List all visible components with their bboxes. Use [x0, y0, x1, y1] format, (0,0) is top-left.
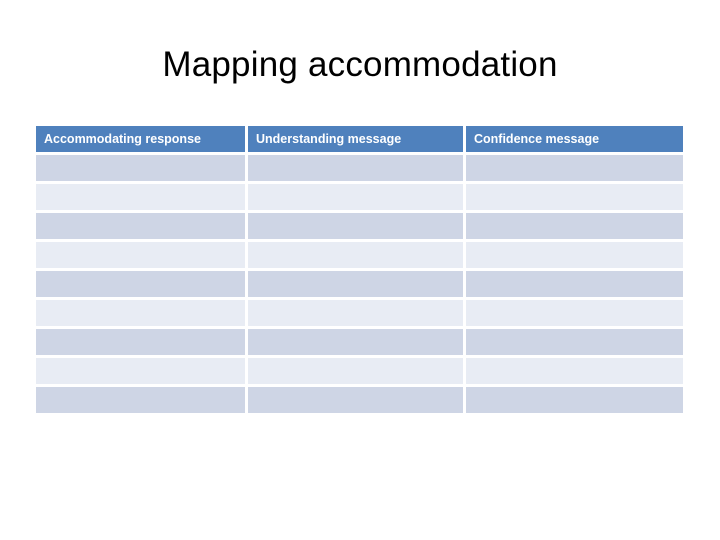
table-row: [36, 184, 683, 213]
table-cell: [466, 184, 683, 213]
table-cell: [36, 358, 248, 387]
table-row: [36, 358, 683, 387]
column-header-confidence-message: Confidence message: [466, 126, 683, 155]
table-cell: [466, 155, 683, 184]
page-title: Mapping accommodation: [162, 45, 558, 84]
table-cell: [466, 242, 683, 271]
column-header-accommodating-response: Accommodating response: [36, 126, 248, 155]
table-cell: [36, 213, 248, 242]
mapping-accommodation-table: Accommodating response Understanding mes…: [36, 126, 683, 413]
table-body: [36, 155, 683, 413]
table-cell: [466, 358, 683, 387]
table-cell: [248, 155, 466, 184]
table-cell: [248, 300, 466, 329]
table-cell: [36, 155, 248, 184]
table-cell: [248, 329, 466, 358]
table-cell: [36, 242, 248, 271]
table-row: [36, 242, 683, 271]
table-row: [36, 387, 683, 413]
slide-canvas: Mapping accommodation Accommodating resp…: [0, 0, 720, 540]
table-cell: [248, 271, 466, 300]
table-row: [36, 271, 683, 300]
table-cell: [248, 358, 466, 387]
table-cell: [36, 329, 248, 358]
table-cell: [466, 387, 683, 413]
table-cell: [466, 213, 683, 242]
table-cell: [248, 184, 466, 213]
table-cell: [466, 329, 683, 358]
table-row: [36, 329, 683, 358]
table-container: Accommodating response Understanding mes…: [36, 126, 683, 413]
table-cell: [248, 213, 466, 242]
table-cell: [36, 184, 248, 213]
table-cell: [466, 271, 683, 300]
table-row: [36, 300, 683, 329]
table-header: Accommodating response Understanding mes…: [36, 126, 683, 155]
table-cell: [36, 387, 248, 413]
table-row: [36, 155, 683, 184]
table-cell: [36, 300, 248, 329]
table-cell: [248, 387, 466, 413]
table-header-row: Accommodating response Understanding mes…: [36, 126, 683, 155]
table-row: [36, 213, 683, 242]
table-cell: [36, 271, 248, 300]
table-cell: [248, 242, 466, 271]
column-header-understanding-message: Understanding message: [248, 126, 466, 155]
table-cell: [466, 300, 683, 329]
